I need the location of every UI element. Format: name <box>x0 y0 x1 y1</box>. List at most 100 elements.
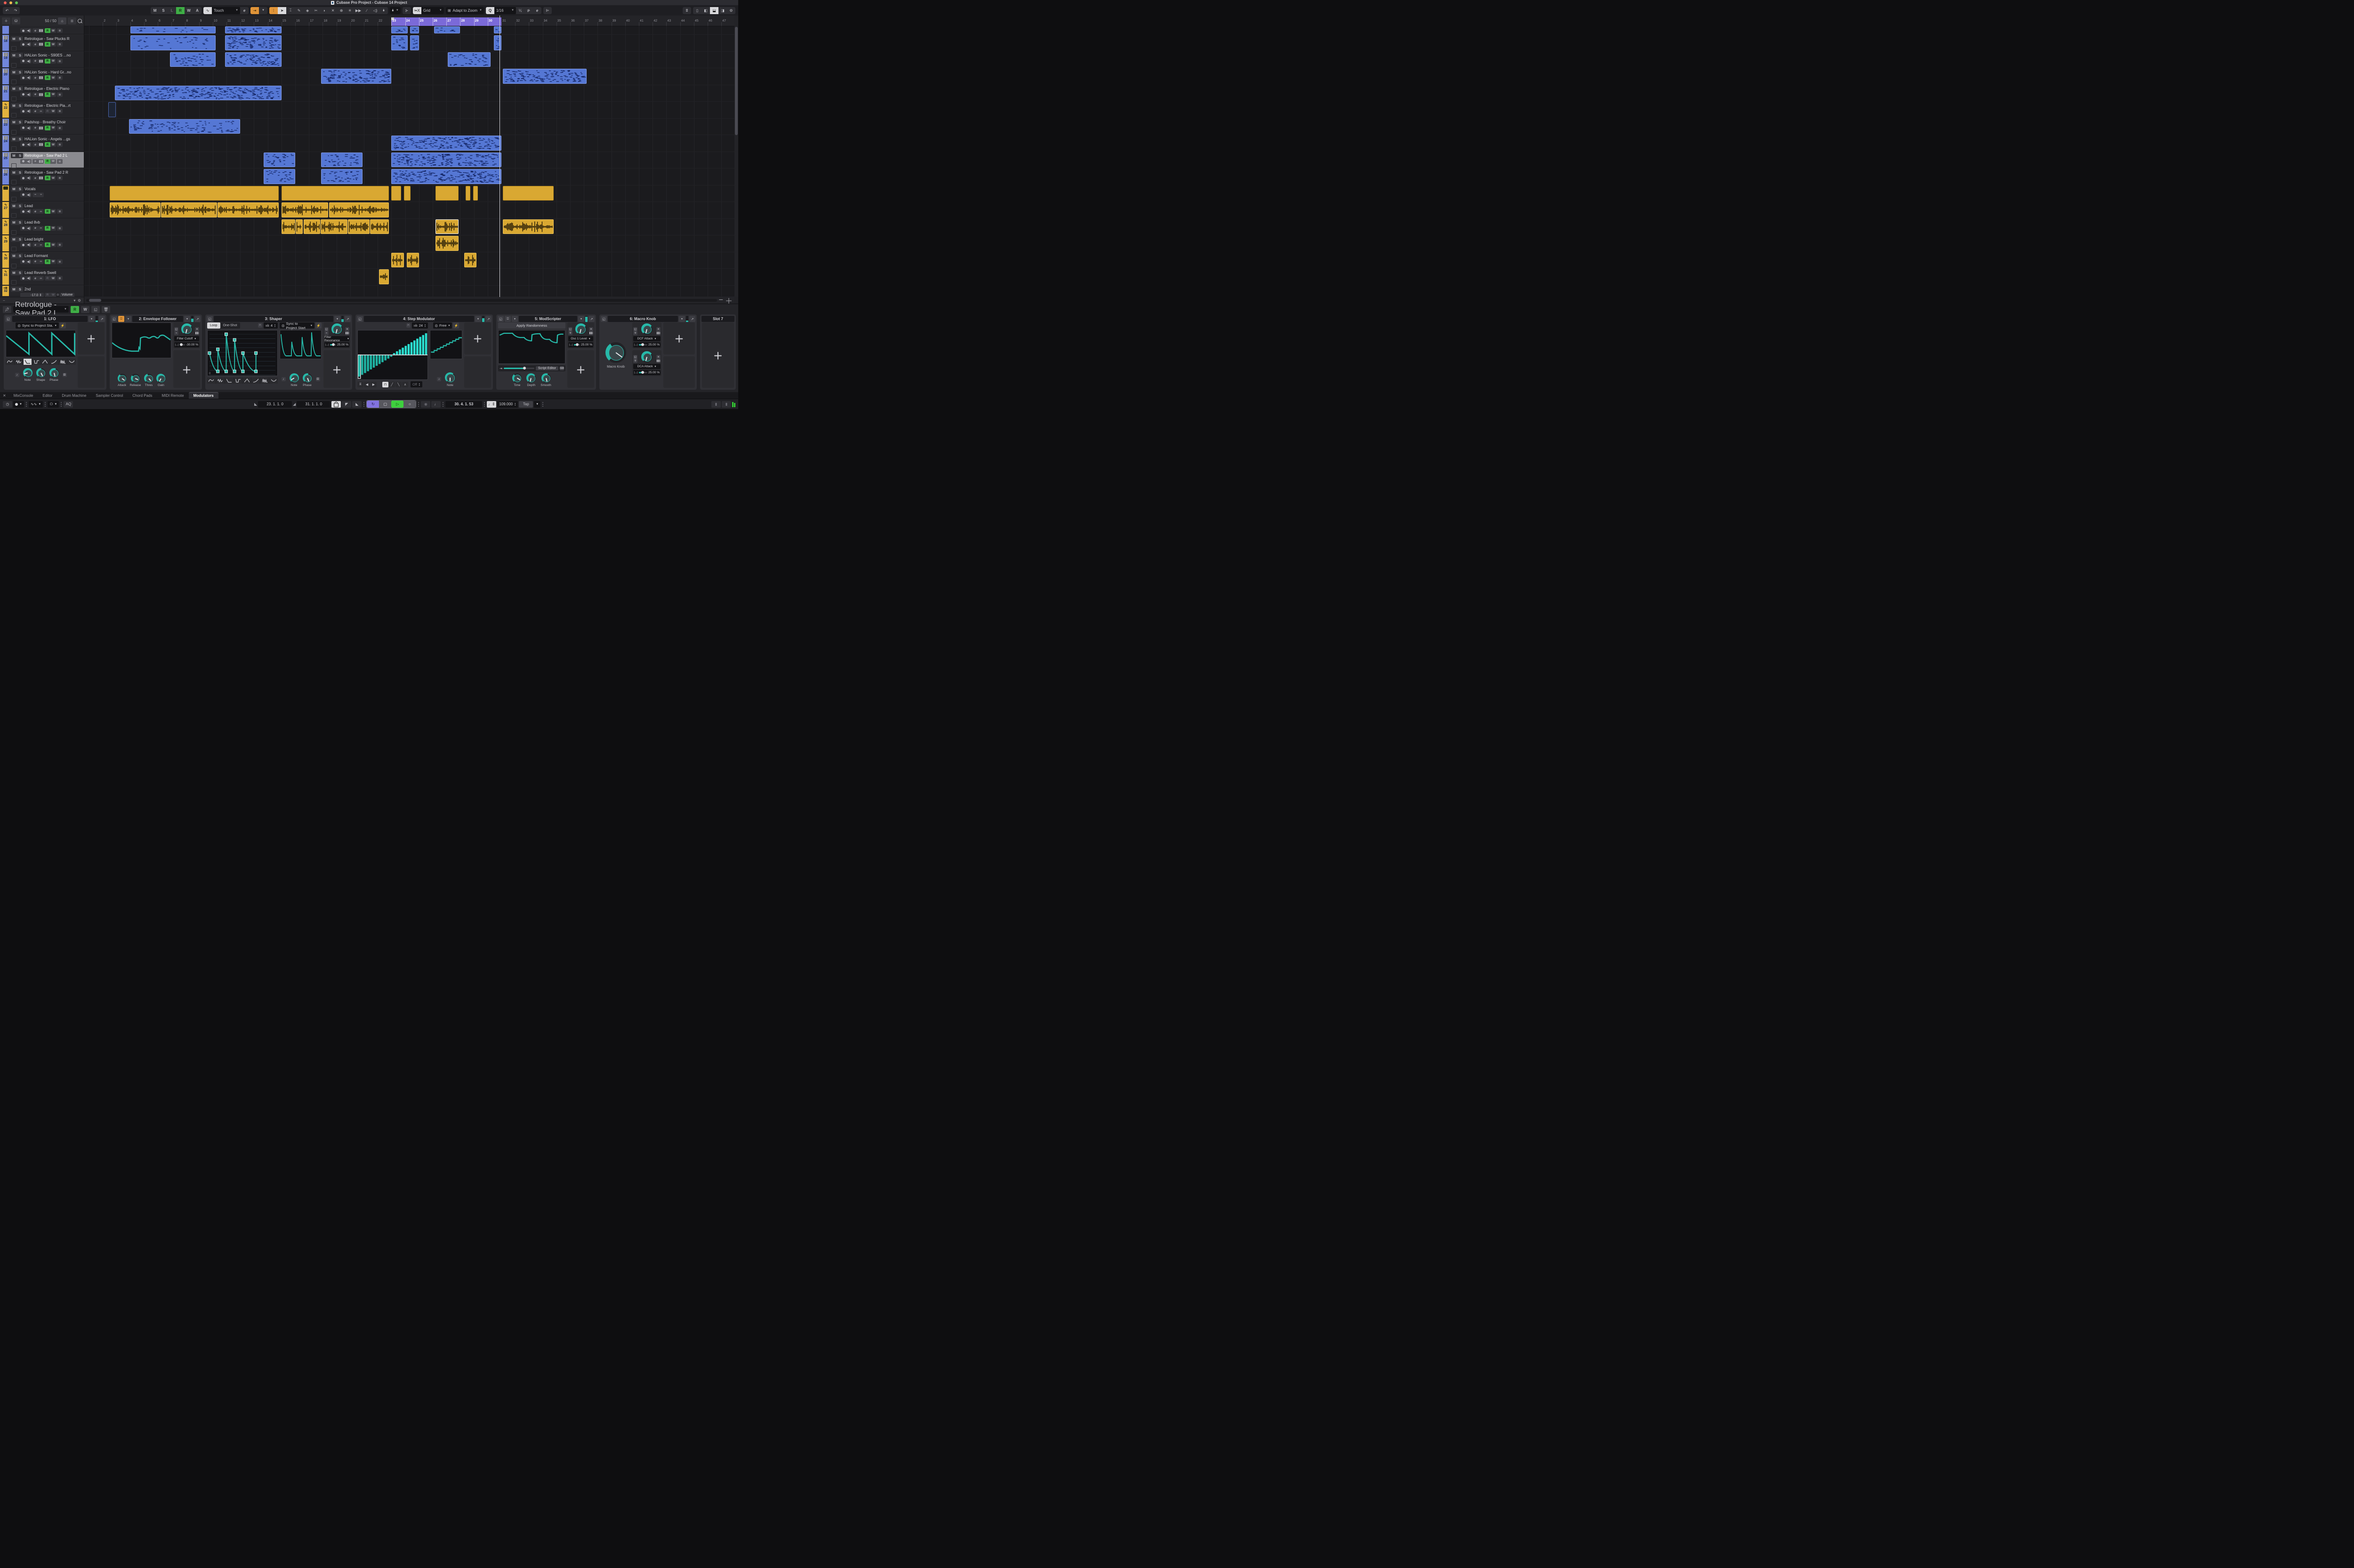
tab-editor[interactable]: Editor <box>38 393 57 399</box>
sync-dropdown[interactable]: ◎ Sync to Project Sta. ▼ <box>16 322 59 329</box>
workspace-icon[interactable]: ʬ <box>683 7 691 14</box>
lfo-shape-1[interactable] <box>14 359 23 365</box>
read-button[interactable]: R <box>45 276 50 281</box>
solo-button[interactable]: S <box>17 86 23 91</box>
stop-button[interactable]: ▢ <box>379 401 392 408</box>
mod-write-button[interactable]: W <box>81 306 89 313</box>
automation-a-button[interactable]: A <box>193 7 202 14</box>
thres-knob[interactable] <box>144 374 153 383</box>
record-enable-button[interactable] <box>20 126 26 130</box>
solo-button[interactable]: S <box>17 220 23 225</box>
read-button[interactable]: R <box>45 259 50 264</box>
pre-roll-icon[interactable]: ◉ <box>421 401 431 408</box>
lanes-icon[interactable]: ≣ <box>57 209 63 214</box>
record-enable-button[interactable] <box>20 193 26 197</box>
dest-amount-slider[interactable] <box>179 343 185 346</box>
mute-button[interactable]: M <box>11 203 17 209</box>
play-tool[interactable]: ◁) <box>371 7 379 14</box>
instrument-icon[interactable] <box>38 75 44 80</box>
midi-part[interactable] <box>129 119 241 134</box>
shape-knob[interactable] <box>36 368 46 378</box>
monitor-button[interactable]: ◀) <box>26 42 32 47</box>
midi-part[interactable] <box>130 26 216 33</box>
mute-tool[interactable]: ✕ <box>329 7 337 14</box>
write-button[interactable]: W <box>50 276 56 281</box>
shaper-preset-5[interactable] <box>251 378 260 384</box>
common-record-mode-dropdown[interactable]: ▼ <box>13 401 24 408</box>
tab-modulators[interactable]: Modulators <box>188 393 218 399</box>
add-destination-slot[interactable]: ＋ <box>323 350 350 388</box>
dest-amount-slider[interactable] <box>638 371 648 374</box>
record-enable-button[interactable] <box>20 209 26 214</box>
track-scroll-down-icon[interactable]: ▾ <box>73 298 75 303</box>
release-knob[interactable] <box>130 374 140 383</box>
dest-amount-bar[interactable]: |↔| 25.00 % <box>633 370 661 375</box>
solo-button[interactable]: S <box>17 70 23 75</box>
range-selection-tool[interactable]: ⌶ <box>286 7 295 14</box>
audio-event[interactable] <box>502 219 554 234</box>
record-enable-button[interactable] <box>20 75 26 80</box>
lanes-icon[interactable]: ≣ <box>57 42 63 47</box>
script-amount-slider[interactable] <box>503 367 534 370</box>
snap-to-zero-icon[interactable]: ⊱ <box>403 7 411 14</box>
edit-channel-button[interactable]: e <box>32 75 38 80</box>
note-knob[interactable] <box>445 372 455 383</box>
monitor-button[interactable]: ◀) <box>26 226 32 231</box>
open-window-icon[interactable]: ↗ <box>588 316 595 322</box>
lanes-icon[interactable]: ≣ <box>57 142 63 147</box>
audio-record-mode-dropdown[interactable]: ∿∿ ▼ <box>28 401 43 408</box>
lfo-shape-3[interactable] <box>32 359 40 365</box>
step-count-stepper[interactable]: ıılı 24 ▲ ▼ <box>411 322 428 329</box>
sidechain-icon[interactable]: ⍗ <box>505 316 511 322</box>
draw-tool[interactable]: ✎ <box>295 7 303 14</box>
lfo-shape-4[interactable] <box>41 359 49 365</box>
audio-event[interactable] <box>435 236 459 251</box>
record-enable-button[interactable] <box>20 226 26 231</box>
mute-button[interactable]: M <box>11 70 17 75</box>
midi-part[interactable] <box>115 85 282 100</box>
tempo-display[interactable]: 109.000 ▲ ▼ <box>497 401 518 408</box>
mute-button[interactable]: M <box>11 287 17 292</box>
panel-menu-icon[interactable]: ▼ <box>475 316 481 322</box>
open-window-icon[interactable]: ↗ <box>194 316 201 322</box>
midi-part[interactable] <box>391 136 501 151</box>
track-row-Lead[interactable]: ∿ 27 M S Lead ◀) e ∞ R W ≣ <box>0 202 84 218</box>
read-button[interactable]: R <box>45 109 50 113</box>
midi-part[interactable] <box>493 35 501 50</box>
track-home-button[interactable]: ⌂ <box>58 17 66 24</box>
track-expand-box[interactable] <box>11 213 16 218</box>
modulator-track-dropdown[interactable]: Retrologue - Saw Pad 2 L ▼ <box>13 301 69 317</box>
solo-button[interactable]: S <box>17 153 23 158</box>
object-selection-tool[interactable]: ➤ <box>278 7 287 14</box>
read-button[interactable]: R <box>45 75 50 80</box>
tab-mixconsole[interactable]: MixConsole <box>9 393 38 399</box>
comp-tool[interactable]: ▶▶ <box>354 7 363 14</box>
sidechain-dropdown-icon[interactable]: ▼ <box>125 316 131 322</box>
bypass-icon[interactable]: ◱ <box>357 316 363 322</box>
track-expand-box[interactable] <box>11 46 16 51</box>
tempo-mode-dropdown[interactable]: ▼ <box>534 401 541 408</box>
dest-amount-slider[interactable] <box>330 343 337 346</box>
dest-amount-bar[interactable]: |↔| -30.00 % <box>174 342 199 347</box>
write-button[interactable]: W <box>50 28 56 33</box>
monitor-button[interactable]: ◀) <box>26 126 32 130</box>
monitor-button[interactable]: ◀) <box>26 176 32 180</box>
step-triangle-icon[interactable]: ∧ <box>402 381 408 387</box>
write-button[interactable]: W <box>50 109 56 113</box>
track-expand-box[interactable] <box>11 163 16 168</box>
mute-button[interactable]: M <box>11 36 17 41</box>
shaper-preset-4[interactable] <box>242 378 251 384</box>
midi-part[interactable] <box>448 52 491 67</box>
time-knob[interactable] <box>512 373 522 383</box>
track-row-HALion Sonic - Hard Gr...no[interactable]: 20 M S HALion Sonic - Hard Gr...no ◀) e R W ≣ <box>0 68 84 85</box>
edit-channel-button[interactable]: e <box>32 209 38 214</box>
lanes-icon[interactable]: ≣ <box>57 226 63 231</box>
freeze-icon[interactable]: ∞ <box>38 242 44 247</box>
dest-parameter-dropdown[interactable]: Filter Resonance ▼ <box>324 336 349 342</box>
loop-button[interactable]: Loop <box>207 322 220 329</box>
shaper-preset-1[interactable] <box>216 378 225 384</box>
instrument-icon[interactable] <box>38 126 44 130</box>
step-snap-icon[interactable]: ⤫ <box>406 323 411 328</box>
folder-part[interactable] <box>391 185 401 201</box>
midi-part[interactable] <box>391 35 408 50</box>
